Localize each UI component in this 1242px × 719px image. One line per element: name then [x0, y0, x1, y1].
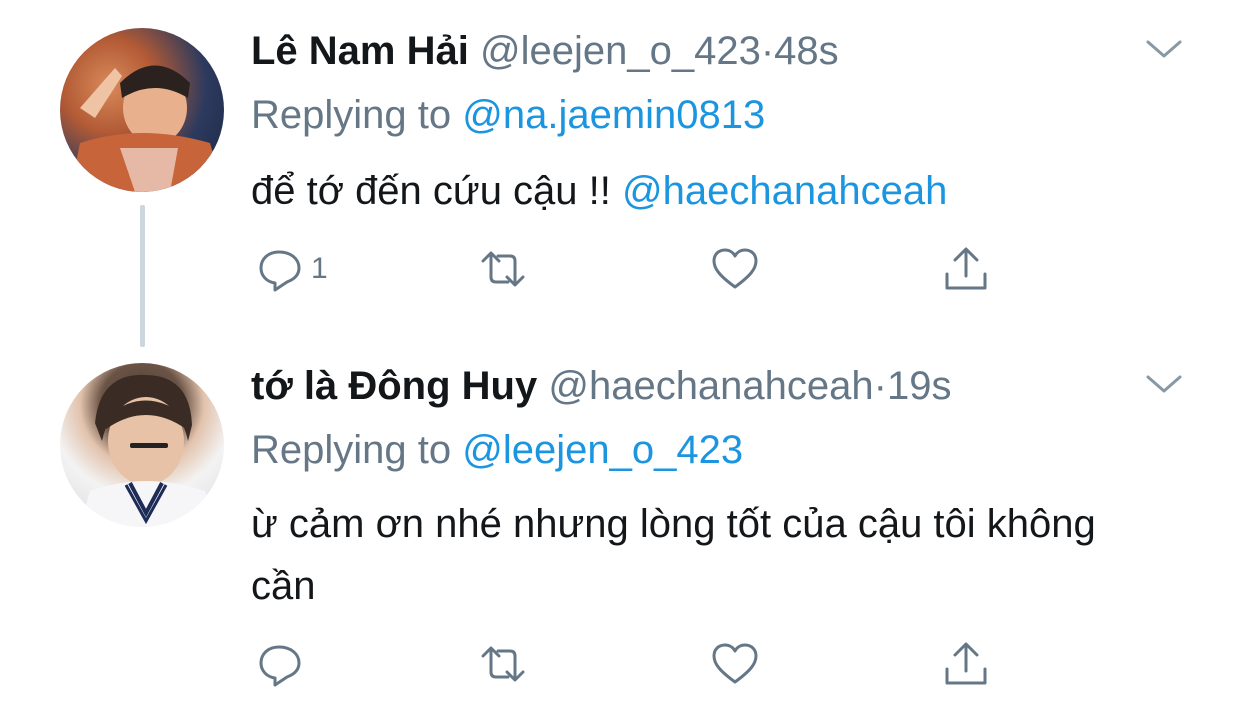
- tweet-text-body: để tớ đến cứu cậu !!: [251, 169, 611, 213]
- share-icon: [945, 642, 987, 685]
- replying-to-mention[interactable]: @na.jaemin0813: [462, 93, 765, 137]
- reply-icon: [259, 250, 301, 292]
- replying-to-label: Replying to: [251, 93, 452, 137]
- reply-icon: [259, 645, 301, 687]
- avatar[interactable]: [60, 363, 224, 527]
- user-handle[interactable]: @haechanahceah: [548, 364, 873, 408]
- tweet[interactable]: Lê Nam Hải @leejen_o_423·48s Replying to…: [0, 0, 1242, 347]
- like-button[interactable]: [710, 636, 760, 692]
- replying-to-line: Replying to @na.jaemin0813: [251, 92, 765, 138]
- timestamp[interactable]: 48s: [774, 29, 839, 73]
- tweet-actions: 1: [251, 241, 1151, 297]
- reply-button[interactable]: 1: [255, 241, 328, 297]
- avatar-image: [80, 374, 218, 527]
- replying-to-label: Replying to: [251, 428, 452, 472]
- reply-count: 1: [311, 252, 328, 285]
- like-icon: [712, 248, 758, 289]
- replying-to-mention[interactable]: @leejen_o_423: [462, 428, 743, 472]
- share-button[interactable]: [941, 636, 991, 692]
- tweet-text-mention[interactable]: @haechanahceah: [622, 169, 947, 213]
- reply-button[interactable]: [255, 636, 311, 692]
- like-icon: [712, 643, 758, 684]
- chevron-down-icon[interactable]: [1142, 369, 1186, 399]
- tweet-header: Lê Nam Hải @leejen_o_423·48s: [251, 28, 839, 74]
- thread-line: [140, 205, 145, 347]
- tweet[interactable]: tớ là Đông Huy @haechanahceah·19s Replyi…: [0, 335, 1242, 719]
- like-button[interactable]: [710, 241, 760, 297]
- chevron-down-icon[interactable]: [1142, 34, 1186, 64]
- avatar[interactable]: [60, 28, 224, 192]
- user-handle[interactable]: @leejen_o_423: [480, 29, 761, 73]
- replying-to-line: Replying to @leejen_o_423: [251, 427, 743, 473]
- avatar-image: [70, 65, 224, 192]
- tweet-header: tớ là Đông Huy @haechanahceah·19s: [251, 363, 951, 409]
- tweet-text: để tớ đến cứu cậu !! @haechanahceah: [251, 160, 1151, 222]
- retweet-button[interactable]: [478, 636, 528, 692]
- separator-dot: ·: [760, 29, 775, 73]
- tweet-actions: [251, 636, 1151, 692]
- retweet-icon: [481, 646, 525, 682]
- retweet-button[interactable]: [478, 241, 528, 297]
- display-name[interactable]: Lê Nam Hải: [251, 29, 469, 73]
- timestamp[interactable]: 19s: [887, 364, 952, 408]
- retweet-icon: [481, 251, 525, 287]
- share-icon: [945, 247, 987, 290]
- display-name[interactable]: tớ là Đông Huy: [251, 364, 537, 408]
- tweet-text: ừ cảm ơn nhé nhưng lòng tốt của cậu tôi …: [251, 502, 1096, 608]
- share-button[interactable]: [941, 241, 991, 297]
- separator-dot: ·: [873, 364, 887, 408]
